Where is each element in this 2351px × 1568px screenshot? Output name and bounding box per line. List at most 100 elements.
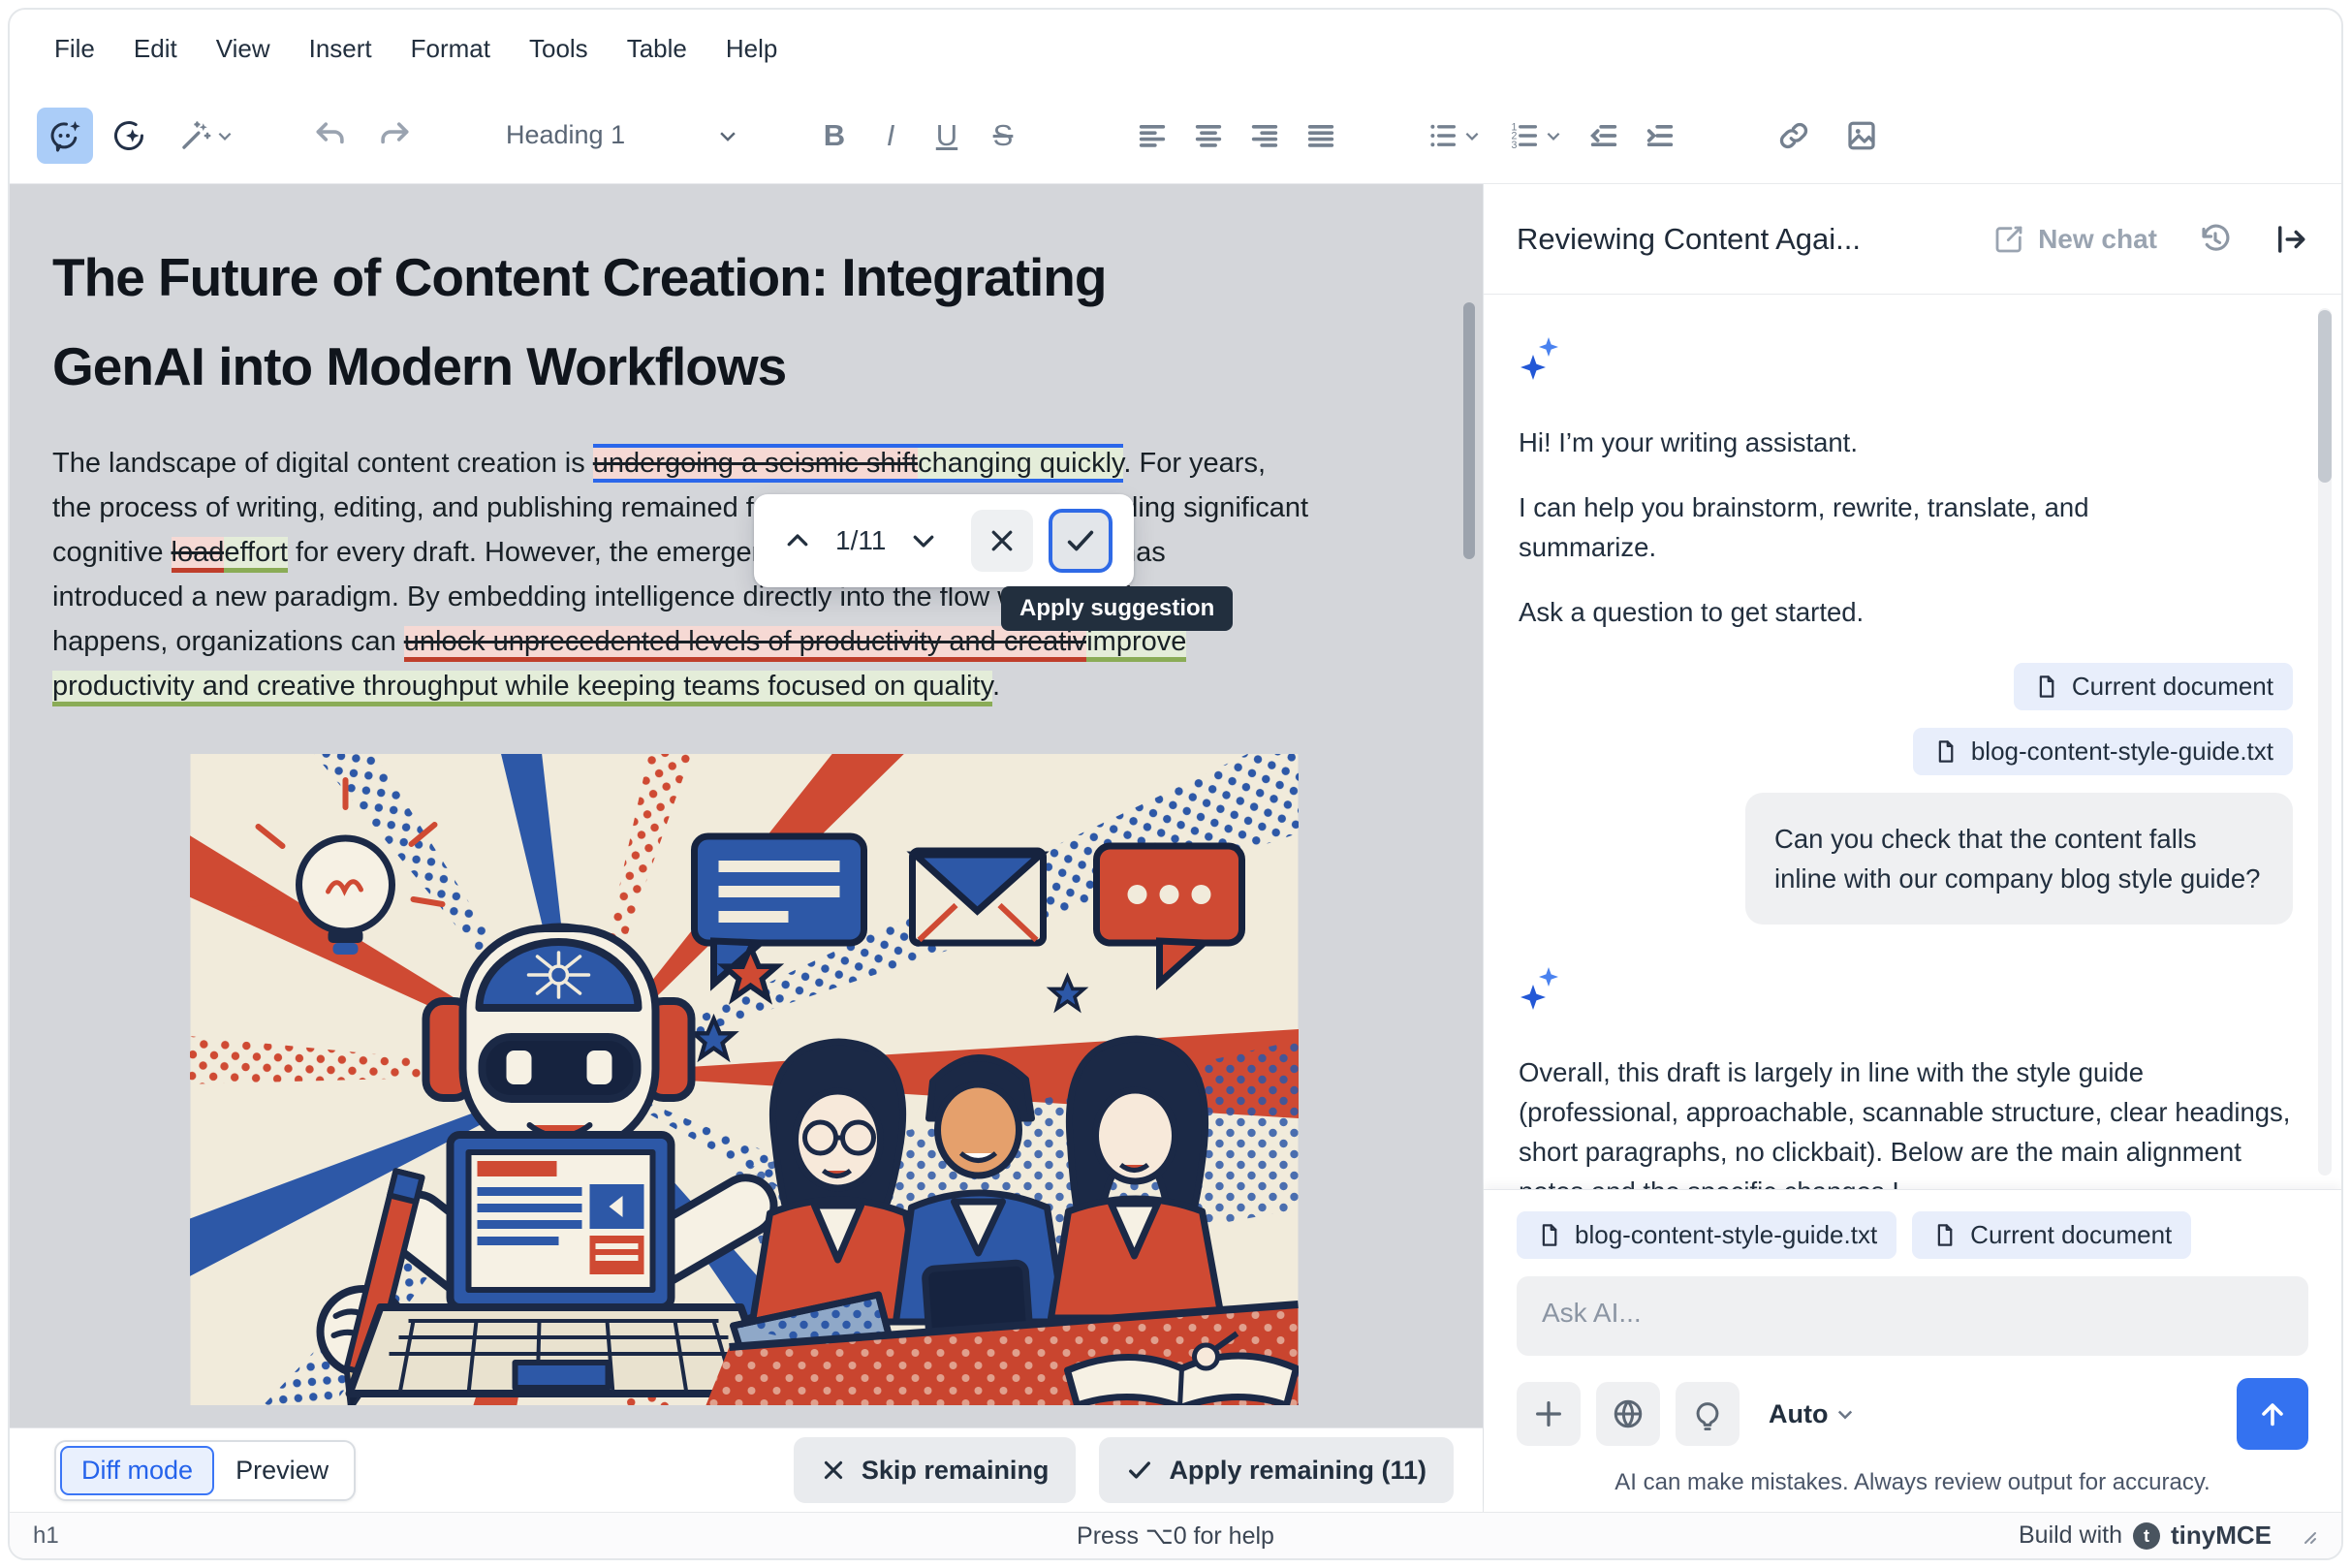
chat-history-button[interactable] [2198,222,2233,257]
ai-assistant-button[interactable] [37,108,93,164]
suggestions-button[interactable] [1676,1382,1740,1446]
preview-button[interactable]: Preview [214,1448,350,1493]
suggested-deletion[interactable]: undergoing a seismic shift [593,448,918,479]
menu-item-file[interactable]: File [37,24,112,74]
paragraph-text: . [992,671,1000,702]
model-selector[interactable]: Auto [1769,1399,1855,1429]
context-chip[interactable]: blog-content-style-guide.txt [1913,728,2293,775]
assistant-message: I can help you brainstorm, rewrite, tran… [1519,487,2226,567]
new-chat-button[interactable]: New chat [1993,224,2157,255]
menu-item-table[interactable]: Table [610,24,705,74]
outdent-icon [1587,119,1620,152]
menu-item-tools[interactable]: Tools [512,24,606,74]
menu-bar: FileEditViewInsertFormatToolsTableHelp [10,10,2341,87]
send-button[interactable] [2237,1378,2308,1450]
align-center-button[interactable] [1180,108,1237,164]
chat-transcript: Hi! I’m your writing assistant.I can hel… [1484,295,2341,1189]
block-format-value: Heading 1 [506,120,625,150]
document-illustration[interactable] [190,754,1299,1405]
apply-suggestion-tooltip: Apply suggestion [1001,586,1233,631]
selected-suggestion[interactable]: undergoing a seismic shiftchanging quick… [593,444,1124,483]
underline-icon: U [936,118,957,153]
menu-item-view[interactable]: View [199,24,288,74]
indent-button[interactable] [1632,108,1688,164]
document-paragraph[interactable]: The landscape of digital content creatio… [52,441,1421,708]
link-button[interactable] [1766,108,1822,164]
paragraph-line: productivity and creative throughput whi… [52,664,1421,708]
align-left-button[interactable] [1124,108,1180,164]
italic-button[interactable]: I [862,108,919,164]
document-body[interactable]: The Future of Content Creation: Integrat… [10,184,1483,1405]
ai-rewrite-button[interactable] [165,108,248,164]
web-search-button[interactable] [1596,1382,1660,1446]
svg-text:t: t [2144,1526,2149,1546]
menu-item-insert[interactable]: Insert [292,24,390,74]
editor-scrollbar[interactable] [1463,302,1475,559]
document-title[interactable]: The Future of Content Creation: Integrat… [52,233,1483,411]
numbered-list-icon: 123 [1508,119,1541,152]
suggested-deletion[interactable]: load [172,537,225,573]
context-chip[interactable]: Current document [2014,663,2293,710]
context-chip[interactable]: blog-content-style-guide.txt [1517,1211,1896,1259]
align-justify-icon [1304,119,1337,152]
apply-remaining-button[interactable]: Apply remaining (11) [1099,1437,1454,1503]
attach-button[interactable] [1517,1382,1581,1446]
previous-suggestion-button[interactable] [775,518,820,563]
ai-sparkle-circle-icon [111,118,146,153]
brand-prefix: Build with [2019,1521,2122,1550]
paragraph-line: cognitive loadeffort for every draft. Ho… [52,530,1421,575]
chevron-down-icon [1835,1404,1855,1424]
diff-mode-button[interactable]: Diff mode [60,1446,214,1495]
skip-remaining-button[interactable]: Skip remaining [794,1437,1077,1503]
suggested-insertion[interactable]: changing quickly [918,448,1123,479]
menu-item-format[interactable]: Format [393,24,508,74]
image-icon [1844,118,1879,153]
paragraph-text: . For years, [1123,448,1266,479]
user-message: Can you check that the content falls inl… [1745,793,2293,925]
toolbar: Heading 1 B I U S 123 [10,87,2341,184]
suggestion-counter: 1/11 [835,525,886,556]
underline-button[interactable]: U [919,108,975,164]
reject-suggestion-button[interactable] [971,510,1033,572]
suggested-insertion[interactable]: effort [224,537,288,573]
document-file-icon [1932,738,1959,765]
bold-button[interactable]: B [806,108,862,164]
ai-sparkle-icon [1519,965,2306,1012]
context-chip[interactable]: Current document [1912,1211,2191,1259]
chevron-down-icon [717,125,738,146]
arrow-up-icon [2255,1396,2290,1431]
outdent-button[interactable] [1576,108,1632,164]
paragraph-text: The landscape of digital content creatio… [52,448,593,479]
block-format-select[interactable]: Heading 1 [496,108,748,164]
link-icon [1776,118,1811,153]
redo-button[interactable] [366,108,423,164]
resize-handle-icon[interactable] [2299,1526,2318,1546]
suggested-deletion[interactable]: unlock unprecedented levels of productiv… [404,626,1086,662]
undo-button[interactable] [302,108,359,164]
history-icon [2198,222,2233,257]
paragraph-line: The landscape of digital content creatio… [52,441,1421,486]
align-right-button[interactable] [1237,108,1293,164]
next-suggestion-button[interactable] [901,518,946,563]
numbered-list-button[interactable]: 123 [1494,108,1576,164]
insert-image-button[interactable] [1834,108,1890,164]
context-chip-list: Current document blog-content-style-guide… [1519,663,2293,775]
x-icon [821,1458,846,1483]
ai-shortcuts-button[interactable] [101,108,157,164]
chevron-down-icon [1463,127,1481,144]
apply-suggestion-button[interactable] [1049,509,1113,573]
align-left-icon [1136,119,1169,152]
bullet-list-button[interactable] [1413,108,1494,164]
strikethrough-button[interactable]: S [975,108,1031,164]
ask-ai-input[interactable] [1517,1276,2308,1356]
suggested-insertion[interactable]: productivity and creative throughput whi… [52,671,992,706]
brand-name[interactable]: tinyMCE [2171,1521,2272,1551]
chat-scrollbar-thumb[interactable] [2318,310,2332,483]
collapse-panel-button[interactable] [2273,222,2308,257]
editor-canvas[interactable]: The Future of Content Creation: Integrat… [10,184,1483,1512]
suggested-insertion[interactable]: improve [1086,626,1186,662]
menu-item-edit[interactable]: Edit [116,24,195,74]
suggestion-navigator-popup: 1/11 [754,494,1134,587]
menu-item-help[interactable]: Help [708,24,795,74]
align-justify-button[interactable] [1293,108,1349,164]
